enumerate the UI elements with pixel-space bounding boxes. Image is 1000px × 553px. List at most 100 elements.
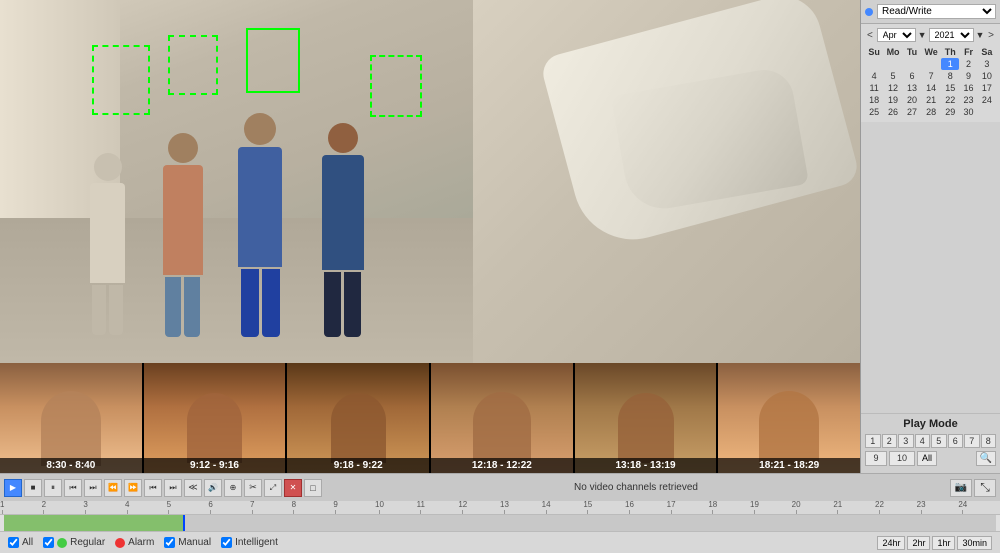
cal-day-13[interactable]: 13	[903, 82, 921, 94]
time-30min-btn[interactable]: 30min	[957, 536, 992, 550]
zoom-button[interactable]: ⊕	[224, 479, 242, 497]
clip-button[interactable]: ✂	[244, 479, 262, 497]
expand-button[interactable]: ⤢	[264, 479, 282, 497]
skip-fwd-button[interactable]: ⏭	[164, 479, 182, 497]
time-1hr-btn[interactable]: 1hr	[932, 536, 955, 550]
cal-day-6[interactable]: 6	[903, 70, 921, 82]
cal-day-26[interactable]: 26	[883, 106, 903, 118]
cal-day-29[interactable]: 29	[941, 106, 959, 118]
cal-day-5[interactable]: 5	[883, 70, 903, 82]
thumbnail-4[interactable]: 12:18 - 12:22	[431, 363, 573, 473]
pm-all-btn[interactable]: All	[917, 451, 937, 466]
cal-day-9[interactable]: 9	[959, 70, 977, 82]
cal-day-21[interactable]: 21	[921, 94, 941, 106]
cal-month-select[interactable]: Apr	[877, 28, 916, 42]
time-2hr-btn[interactable]: 2hr	[907, 536, 930, 550]
timeline-ruler[interactable]: 123456789101112131415161718192021222324	[0, 501, 1000, 515]
cal-day-11[interactable]: 11	[865, 82, 883, 94]
pm-num-8[interactable]: 8	[981, 434, 997, 448]
cal-day-8[interactable]: 8	[941, 70, 959, 82]
pause-button[interactable]: ⏸	[44, 479, 62, 497]
filter-all-checkbox[interactable]	[8, 537, 19, 548]
cal-day[interactable]	[903, 58, 921, 70]
cal-day-10[interactable]: 10	[978, 70, 996, 82]
cal-day-7[interactable]: 7	[921, 70, 941, 82]
timeline-tick-16: 16	[625, 501, 634, 514]
cal-day-19[interactable]: 19	[883, 94, 903, 106]
cal-day[interactable]	[978, 106, 996, 118]
timeline-area[interactable]: 123456789101112131415161718192021222324	[0, 501, 1000, 531]
timeline-tick-13: 13	[500, 501, 509, 514]
cal-day-16[interactable]: 16	[959, 82, 977, 94]
cal-day-25[interactable]: 25	[865, 106, 883, 118]
filter-bar: All Regular Alarm Manual Intelligent 24h…	[0, 531, 1000, 553]
pm-num-3[interactable]: 3	[898, 434, 914, 448]
thumbnail-5[interactable]: 13:18 - 13:19	[575, 363, 717, 473]
rect-button[interactable]: □	[304, 479, 322, 497]
play-button[interactable]: ▶	[4, 479, 22, 497]
next-frame-button[interactable]: ⏭	[84, 479, 102, 497]
pm-search-btn[interactable]: 🔍	[976, 451, 996, 466]
timeline-tick-7: 7	[250, 501, 254, 514]
cal-day[interactable]	[921, 58, 941, 70]
pm-num-4[interactable]: 4	[915, 434, 931, 448]
cal-day-27[interactable]: 27	[903, 106, 921, 118]
cal-day-12[interactable]: 12	[883, 82, 903, 94]
rewind-button[interactable]: ⏪	[104, 479, 122, 497]
cal-day-2[interactable]: 2	[959, 58, 977, 70]
cal-day-15[interactable]: 15	[941, 82, 959, 94]
cal-day-23[interactable]: 23	[959, 94, 977, 106]
filter-regular-checkbox[interactable]	[43, 537, 54, 548]
cal-day-1[interactable]: 1	[941, 58, 959, 70]
pm-num-7[interactable]: 7	[964, 434, 980, 448]
ff-button[interactable]: ⏩	[124, 479, 142, 497]
bottom-controls: ▶ ■ ⏸ ⏮ ⏭ ⏪ ⏩ ⏮ ⏭ ≪ 🔊 ⊕ ✂ ⤢ ✕ □ No video…	[0, 473, 1000, 501]
cal-day-3[interactable]: 3	[978, 58, 996, 70]
filter-all-label: All	[22, 537, 33, 548]
thumbnail-1[interactable]: 8:30 - 8:40	[0, 363, 142, 473]
cal-day-17[interactable]: 17	[978, 82, 996, 94]
fullscreen-btn[interactable]: ⤡	[974, 479, 996, 497]
timeline-tick-14: 14	[542, 501, 551, 514]
thumbnail-2[interactable]: 9:12 - 9:16	[144, 363, 286, 473]
thumbnail-3[interactable]: 9:18 - 9:22	[287, 363, 429, 473]
cal-prev-btn[interactable]: <	[865, 30, 875, 41]
pm-num-10[interactable]: 10	[889, 451, 915, 466]
cal-day-24[interactable]: 24	[978, 94, 996, 106]
thumb-label-3: 9:18 - 9:22	[287, 458, 429, 473]
main-video	[0, 0, 860, 363]
pm-num-9[interactable]: 9	[865, 451, 887, 466]
pm-num-6[interactable]: 6	[948, 434, 964, 448]
timeline-bar[interactable]	[4, 515, 996, 531]
camera-icon-btn[interactable]: 📷	[950, 479, 972, 497]
cal-day-18[interactable]: 18	[865, 94, 883, 106]
cal-day[interactable]	[883, 58, 903, 70]
filter-intelligent-checkbox[interactable]	[221, 537, 232, 548]
cal-day-20[interactable]: 20	[903, 94, 921, 106]
cal-day-30[interactable]: 30	[959, 106, 977, 118]
stop-button[interactable]: ■	[24, 479, 42, 497]
pm-num-2[interactable]: 2	[882, 434, 898, 448]
cal-day-4[interactable]: 4	[865, 70, 883, 82]
cal-next-btn[interactable]: >	[986, 30, 996, 41]
filter-manual-checkbox[interactable]	[164, 537, 175, 548]
time-24hr-btn[interactable]: 24hr	[877, 536, 905, 550]
audio-button[interactable]: 🔊	[204, 479, 222, 497]
prev-frame-button[interactable]: ⏮	[64, 479, 82, 497]
cal-th-mo: Mo	[883, 46, 903, 58]
cal-day[interactable]	[865, 58, 883, 70]
pm-num-5[interactable]: 5	[931, 434, 947, 448]
skip-back-button[interactable]: ⏮	[144, 479, 162, 497]
thumbnail-6[interactable]: 18:21 - 18:29	[718, 363, 860, 473]
cal-year-select[interactable]: 2021	[929, 28, 974, 42]
thumb-label-2: 9:12 - 9:16	[144, 458, 286, 473]
filter-manual-label: Manual	[178, 537, 211, 548]
cal-day-14[interactable]: 14	[921, 82, 941, 94]
rw-dropdown[interactable]: Read/Write Read Only	[877, 4, 996, 19]
thumb-label-5: 13:18 - 13:19	[575, 458, 717, 473]
slow-button[interactable]: ≪	[184, 479, 202, 497]
cal-day-22[interactable]: 22	[941, 94, 959, 106]
cal-day-28[interactable]: 28	[921, 106, 941, 118]
pm-num-1[interactable]: 1	[865, 434, 881, 448]
close-button[interactable]: ✕	[284, 479, 302, 497]
